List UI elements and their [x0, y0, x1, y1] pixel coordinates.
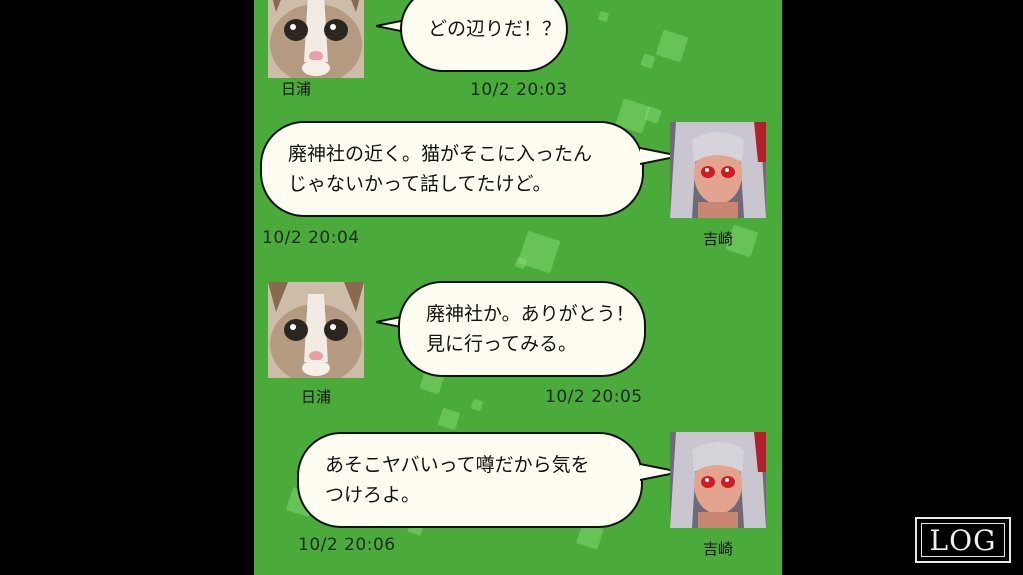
message-bubble: あそこヤバいって噂だから気を つけろよ。 — [297, 432, 643, 528]
background-square — [514, 256, 528, 270]
chat-panel: 日浦 どの辺りだ！？ 10/2 20:03 廃神社の近く。猫がそこに入ったん じ… — [254, 0, 782, 575]
background-square — [597, 10, 610, 23]
girl-avatar — [670, 122, 766, 218]
message-text: じゃないかって話してたけど。 — [288, 173, 552, 195]
message-timestamp: 10/2 20:03 — [470, 80, 568, 100]
message-bubble: 廃神社か。ありがとう！ 見に行ってみる。 — [398, 281, 646, 377]
sender-name: 日浦 — [300, 388, 331, 406]
message-text: つけろよ。 — [325, 484, 421, 506]
log-button-label: LOG — [921, 523, 1005, 557]
background-square — [644, 106, 662, 124]
message-timestamp: 10/2 20:06 — [298, 535, 396, 555]
message-bubble: どの辺りだ！？ — [400, 0, 568, 72]
log-button[interactable]: LOG — [915, 517, 1011, 563]
message-bubble: 廃神社の近く。猫がそこに入ったん じゃないかって話してたけど。 — [260, 121, 644, 217]
sender-name: 日浦 — [280, 80, 311, 98]
sender-name: 吉崎 — [702, 540, 733, 558]
background-square — [640, 53, 656, 69]
message-timestamp: 10/2 20:04 — [262, 228, 360, 248]
message-text: あそこヤバいって噂だから気を — [325, 454, 590, 476]
background-square — [470, 398, 484, 412]
message-text: 廃神社か。ありがとう！ — [426, 303, 635, 325]
message-text: 廃神社の近く。猫がそこに入ったん — [288, 143, 593, 165]
girl-avatar — [670, 432, 766, 528]
message-timestamp: 10/2 20:05 — [545, 387, 643, 407]
cat-avatar — [268, 0, 364, 78]
message-text: どの辺りだ！？ — [428, 18, 562, 40]
sender-name: 吉崎 — [702, 230, 733, 248]
cat-avatar — [268, 282, 364, 378]
background-square — [655, 29, 689, 63]
message-text: 見に行ってみる。 — [426, 333, 578, 355]
background-square — [437, 407, 461, 431]
